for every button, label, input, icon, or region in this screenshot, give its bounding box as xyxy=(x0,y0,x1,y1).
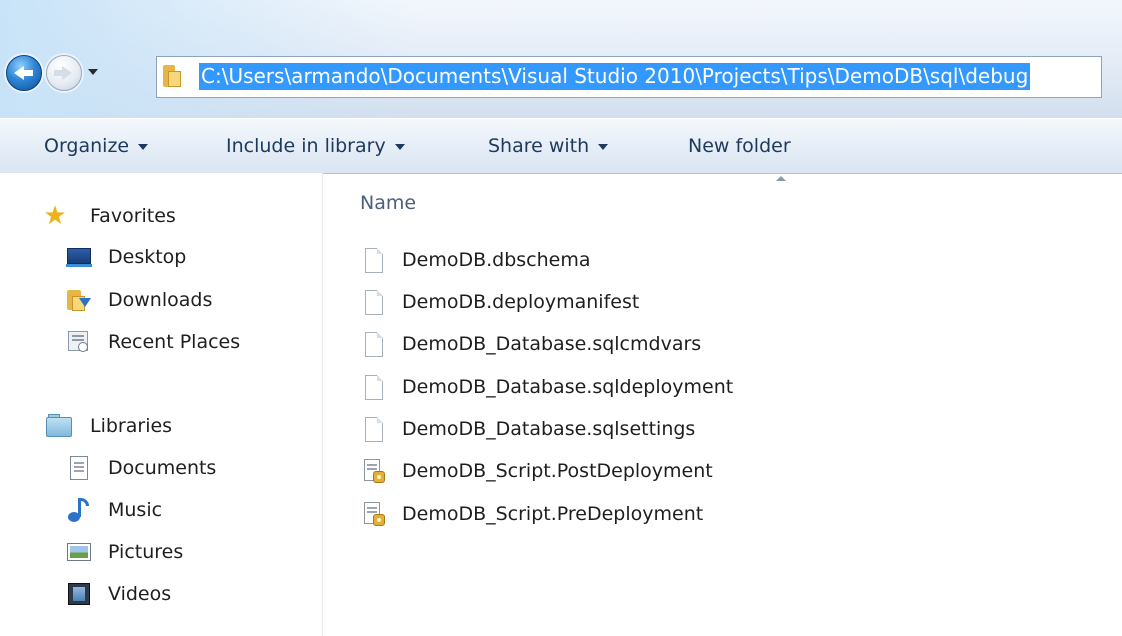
nav-item-label: Videos xyxy=(108,583,172,605)
folder-icon xyxy=(163,65,181,87)
music-note-icon xyxy=(66,498,92,522)
downloads-icon xyxy=(66,288,92,312)
file-name: DemoDB_Database.sqldeployment xyxy=(402,376,734,398)
star-icon: ★ xyxy=(43,201,67,231)
recent-pages-dropdown[interactable] xyxy=(86,62,102,82)
share-with-label: Share with xyxy=(488,135,590,157)
chevron-down-icon xyxy=(598,143,609,150)
new-folder-button[interactable]: New folder xyxy=(688,133,791,159)
script-file-icon xyxy=(362,459,385,485)
organize-label: Organize xyxy=(44,135,130,157)
column-header-name[interactable]: Name xyxy=(360,190,416,216)
pictures-icon xyxy=(66,540,92,564)
back-button[interactable] xyxy=(6,55,42,91)
sort-ascending-icon xyxy=(776,176,786,181)
address-path[interactable]: C:\Users\armando\Documents\Visual Studio… xyxy=(199,63,1031,90)
address-bar[interactable]: C:\Users\armando\Documents\Visual Studio… xyxy=(156,56,1102,98)
script-file-icon xyxy=(362,502,385,528)
navigation-bar: C:\Users\armando\Documents\Visual Studio… xyxy=(0,0,1122,118)
file-name: DemoDB.deploymanifest xyxy=(402,291,640,313)
chevron-down-icon xyxy=(394,143,405,150)
navigation-pane: ★ Favorites Desktop Downloads Recent Pla… xyxy=(0,173,322,636)
include-in-library-label: Include in library xyxy=(226,135,386,157)
file-name: DemoDB_Database.sqlsettings xyxy=(402,418,696,440)
nav-item-label: Desktop xyxy=(108,246,187,268)
organize-button[interactable]: Organize xyxy=(44,133,149,159)
nav-favorites-label: Favorites xyxy=(90,205,176,227)
library-folder-icon xyxy=(46,414,72,438)
nav-item-label: Documents xyxy=(108,457,217,479)
new-folder-label: New folder xyxy=(688,135,791,157)
include-in-library-button[interactable]: Include in library xyxy=(226,133,405,159)
pane-divider[interactable] xyxy=(322,173,323,636)
file-name: DemoDB_Database.sqlcmdvars xyxy=(402,333,702,355)
file-name: DemoDB_Script.PreDeployment xyxy=(402,503,704,525)
blank-file-icon xyxy=(362,417,384,443)
blank-file-icon xyxy=(362,332,384,358)
nav-item-label: Downloads xyxy=(108,289,213,311)
documents-icon xyxy=(66,456,92,480)
nav-item-label: Recent Places xyxy=(108,331,241,353)
forward-arrow-icon xyxy=(62,66,72,80)
film-strip-icon xyxy=(66,582,92,606)
forward-button[interactable] xyxy=(46,55,82,91)
nav-item-label: Pictures xyxy=(108,541,184,563)
blank-file-icon xyxy=(362,248,384,274)
file-name: DemoDB.dbschema xyxy=(402,249,591,271)
blank-file-icon xyxy=(362,375,384,401)
blank-file-icon xyxy=(362,290,384,316)
chevron-down-icon xyxy=(138,143,149,150)
share-with-button[interactable]: Share with xyxy=(488,133,609,159)
nav-item-label: Music xyxy=(108,499,163,521)
recent-places-icon xyxy=(66,330,92,354)
command-bar: Organize Include in library Share with N… xyxy=(0,118,1122,174)
nav-libraries-label: Libraries xyxy=(90,415,173,437)
desktop-icon xyxy=(66,245,92,269)
file-name: DemoDB_Script.PostDeployment xyxy=(402,460,713,482)
